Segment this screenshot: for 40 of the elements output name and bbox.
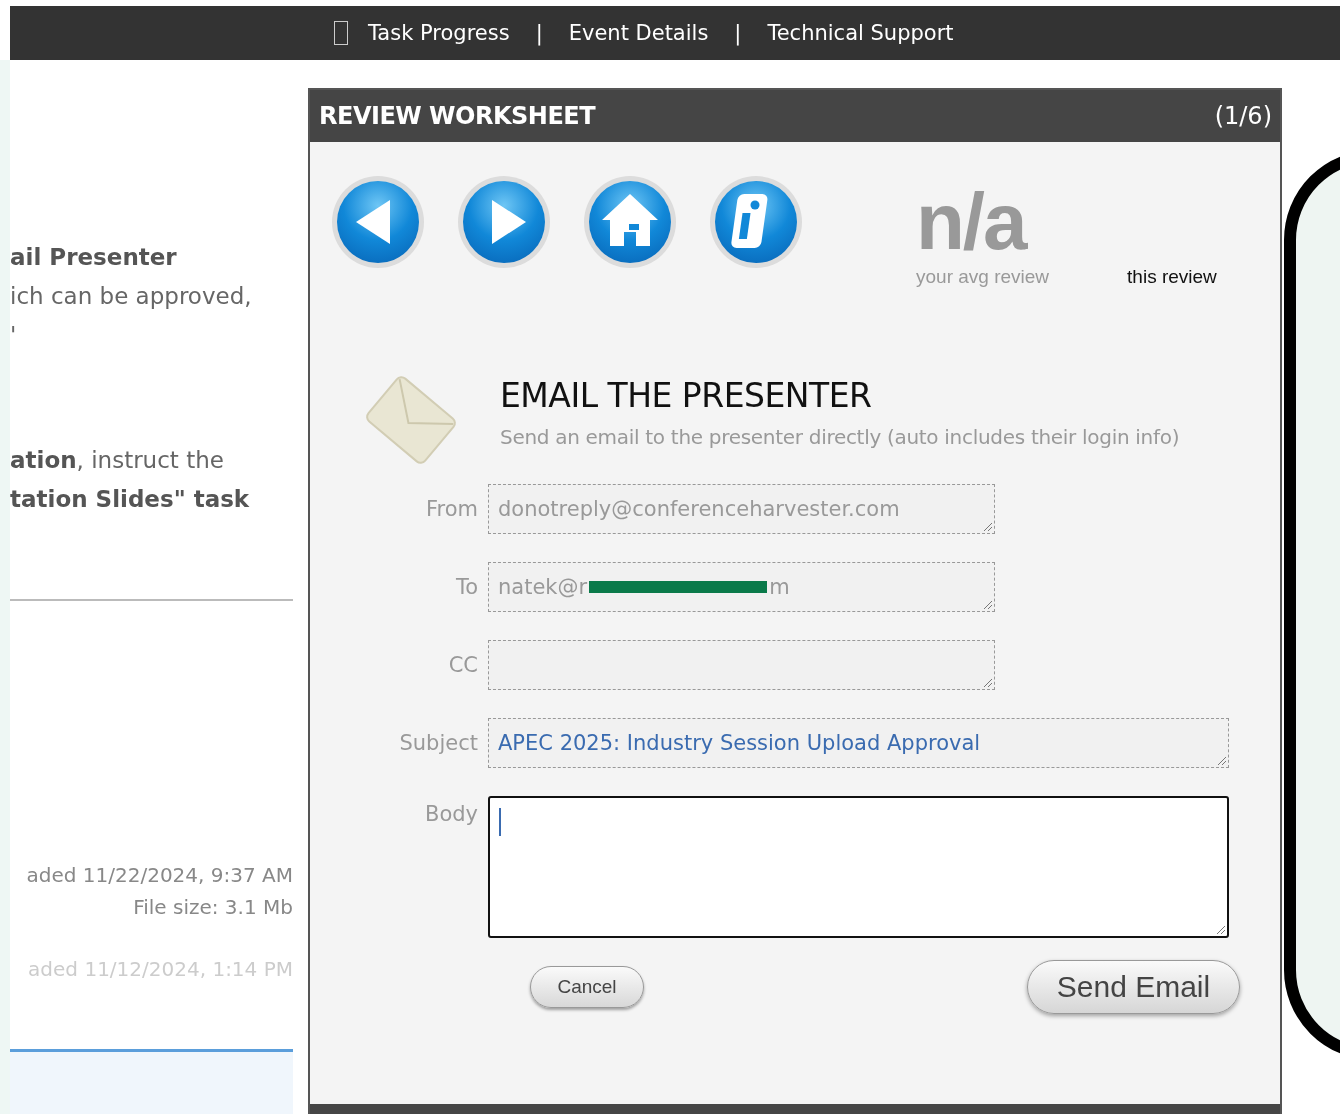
average-score: n/a <box>916 182 1028 262</box>
resize-grip-icon <box>983 678 993 688</box>
score-label: this review <box>1127 266 1217 288</box>
document-icon <box>334 21 348 45</box>
resize-grip-icon <box>1217 756 1227 766</box>
page-text: ation, instruct the <box>10 446 225 475</box>
cancel-button[interactable]: Cancel <box>530 966 644 1008</box>
body-textarea[interactable] <box>488 796 1229 938</box>
send-email-button[interactable]: Send Email <box>1027 960 1240 1014</box>
nav-link[interactable]: Task Progress <box>368 21 510 45</box>
page-counter: (1/6) <box>1214 102 1272 130</box>
field-label: Body <box>424 801 479 828</box>
resize-grip-icon <box>1216 925 1226 935</box>
page-text: ' <box>10 321 18 350</box>
page-text: ail Presenter <box>10 243 178 272</box>
nav-separator: | <box>734 21 742 45</box>
page-text: ich can be approved, <box>10 282 253 311</box>
field-label: From <box>424 496 479 523</box>
field-label: CC <box>447 652 479 679</box>
field-label: Subject <box>398 730 479 757</box>
score-label: your avg review <box>916 266 1050 288</box>
section-heading: EMAIL THE PRESENTER <box>500 376 873 415</box>
home-button[interactable] <box>582 174 678 270</box>
resize-grip-icon <box>983 522 993 532</box>
resize-grip-icon <box>983 600 993 610</box>
back-button[interactable] <box>330 174 426 270</box>
nav-separator: | <box>535 21 543 45</box>
page-text: tation Slides" task <box>10 485 251 514</box>
section-description: Send an email to the presenter directly (auto includes their login info) <box>500 425 1180 449</box>
field-label: To <box>454 574 479 601</box>
nav-link[interactable]: Technical Support <box>767 21 954 45</box>
upload-date: aded 11/22/2024, 9:37 AM <box>25 862 293 889</box>
file-size: File size: 3.1 Mb <box>132 894 293 921</box>
text-cursor <box>499 808 501 836</box>
forward-button[interactable] <box>456 174 552 270</box>
nav-link[interactable]: Event Details <box>568 21 709 45</box>
info-button[interactable] <box>708 174 804 270</box>
input-field[interactable]: APEC 2025: Industry Session Upload Approval <box>488 718 1229 768</box>
dialog-title: REVIEW WORKSHEET <box>319 102 596 130</box>
input-field[interactable] <box>488 640 995 690</box>
